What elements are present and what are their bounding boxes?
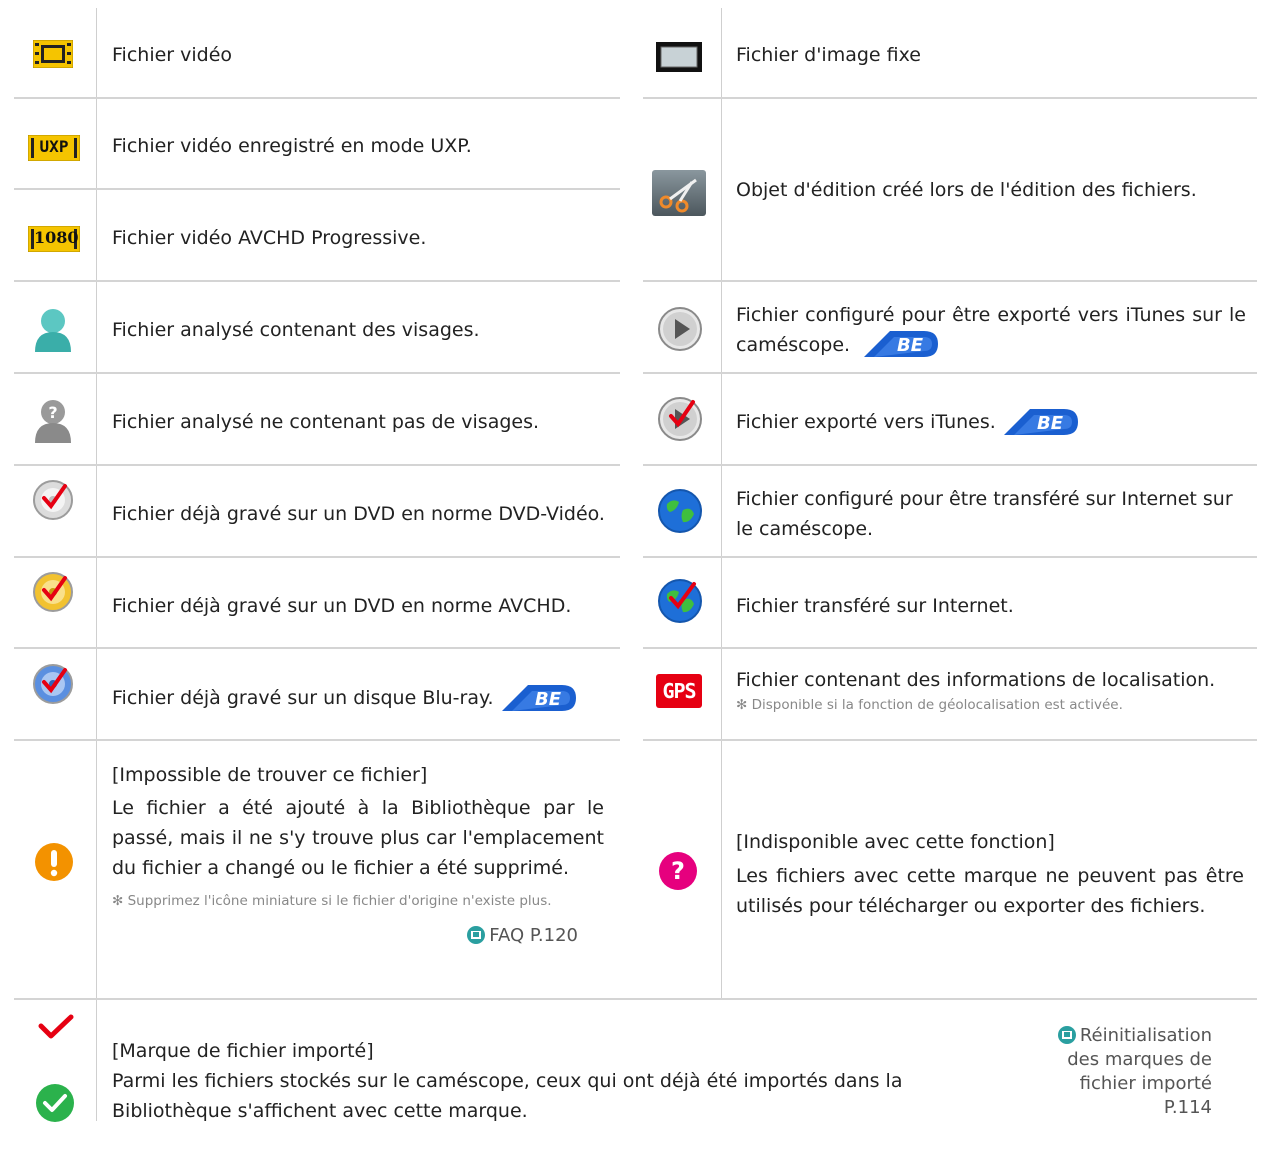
uxp-label: UXP [39,137,69,156]
avchd-1080-icon: 1080 [27,225,81,256]
be-badge: BE [864,331,939,357]
legend-text: Fichier déjà gravé sur un DVD en norme D… [112,476,606,552]
globe-check-icon [657,578,703,628]
avchd-1080-label: 1080 [34,228,79,247]
faq-reference-link[interactable]: FAQ P.120 [112,925,604,946]
legend-text: Fichier déjà gravé sur un disque Blu-ray… [112,658,612,738]
legend-text: Fichier vidéo enregistré en mode UXP. [112,135,472,157]
row-divider [14,372,620,374]
legend-text: Fichier analysé contenant des visages. [112,319,480,341]
gps-label: GPS [662,679,696,703]
legend-text: Objet d'édition créé lors de l'édition d… [736,179,1197,201]
be-badge: BE [1003,409,1078,435]
missing-file-text: Le fichier a été ajouté à la Bibliothèqu… [112,797,604,879]
legend-text: Fichier analysé ne contenant pas de visa… [112,411,540,433]
play-check-icon [657,396,703,446]
row-divider [643,280,1257,282]
row-divider [14,998,1257,1000]
row-divider [14,97,620,99]
reset-imported-marks-link[interactable]: Réinitialisation des marques de fichier … [1010,1024,1212,1120]
legend-text: Fichier vidéo AVCHD Progressive. [112,227,427,249]
gps-icon: GPS [656,674,702,708]
legend-text-span: Fichier exporté vers iTunes. [736,411,996,433]
faq-reference-label[interactable]: FAQ P.120 [489,925,578,946]
reset-ref-line[interactable]: des marques de [1010,1048,1212,1072]
imported-mark-title: [Marque de fichier importé] [112,1040,374,1062]
checkmark-red-icon [38,1014,74,1044]
row-divider [643,647,1257,649]
reset-ref-line[interactable]: Réinitialisation [1080,1025,1212,1046]
unavailable-title: [Indisponible avec cette fonction] [736,831,1055,853]
film-strip-icon [32,39,74,72]
legend-text: Fichier contenant des informations de lo… [736,669,1216,691]
legend-text: Fichier déjà gravé sur un DVD en norme A… [112,595,572,617]
missing-file-block: [Impossible de trouver ce fichier] Le fi… [112,760,604,946]
legend-text: Fichier vidéo [112,44,233,66]
dvd-video-burned-icon [31,478,75,526]
legend-text-span: Fichier configuré pour être exporté vers… [736,304,1246,356]
exclamation-icon [35,843,73,885]
column-divider [721,8,722,998]
be-badge-label: BE [1037,413,1064,434]
book-reference-icon [467,926,486,944]
row-divider [643,372,1257,374]
reset-ref-line[interactable]: P.114 [1010,1096,1212,1120]
row-divider [14,464,620,466]
legend-text-block: Fichier contenant des informations de lo… [736,665,1251,715]
legend-text: Fichier exporté vers iTunes. BE [736,382,1246,462]
legend-text: Fichier configuré pour être exporté vers… [736,290,1246,370]
scissors-icon [652,170,706,220]
be-badge: BE [501,685,576,711]
be-badge-label: BE [897,335,924,356]
legend-text: Fichier d'image fixe [736,44,921,66]
question-label: ? [671,857,685,885]
legend-text: Fichier configuré pour être transféré su… [736,488,1233,540]
imported-mark-text: Parmi les fichiers stockés sur le camésc… [112,1070,903,1122]
legend-text-span: Fichier déjà gravé sur un DVD en norme D… [112,503,605,525]
row-divider [643,464,1257,466]
uxp-icon: UXP [27,134,81,165]
still-image-icon [656,42,702,76]
gps-note: ✻ Disponible si la fonction de géolocali… [736,697,1123,713]
bluray-burned-icon [31,662,75,710]
row-divider [14,556,620,558]
dvd-avchd-burned-icon [31,570,75,618]
play-icon [657,306,703,356]
row-divider [14,647,620,649]
question-icon: ? [659,852,697,890]
no-face-icon: ? [33,397,73,447]
row-divider [643,97,1257,99]
row-divider [643,739,1257,741]
row-divider [14,739,620,741]
legend-text: Fichier transféré sur Internet. [736,595,1014,617]
row-divider [14,280,620,282]
row-divider [643,556,1257,558]
legend-text-span: Fichier déjà gravé sur un disque Blu-ray… [112,687,494,709]
row-divider [14,188,620,190]
be-badge-label: BE [535,689,562,710]
unavailable-text: Les fichiers avec cette marque ne peuven… [736,865,1244,917]
reset-ref-line[interactable]: fichier importé [1010,1072,1212,1096]
missing-file-title: [Impossible de trouver ce fichier] [112,764,428,786]
unavailable-block: [Indisponible avec cette fonction] Les f… [736,827,1244,921]
missing-file-note: ✻ Supprimez l'icône miniature si le fich… [112,893,552,909]
imported-mark-block: [Marque de fichier importé] Parmi les fi… [112,1036,982,1126]
globe-icon [657,488,703,538]
checkmark-green-icon [36,1084,74,1126]
face-detected-icon [33,306,73,356]
column-divider [96,8,97,1121]
book-reference-icon [1057,1026,1076,1044]
svg-text:?: ? [48,403,57,422]
